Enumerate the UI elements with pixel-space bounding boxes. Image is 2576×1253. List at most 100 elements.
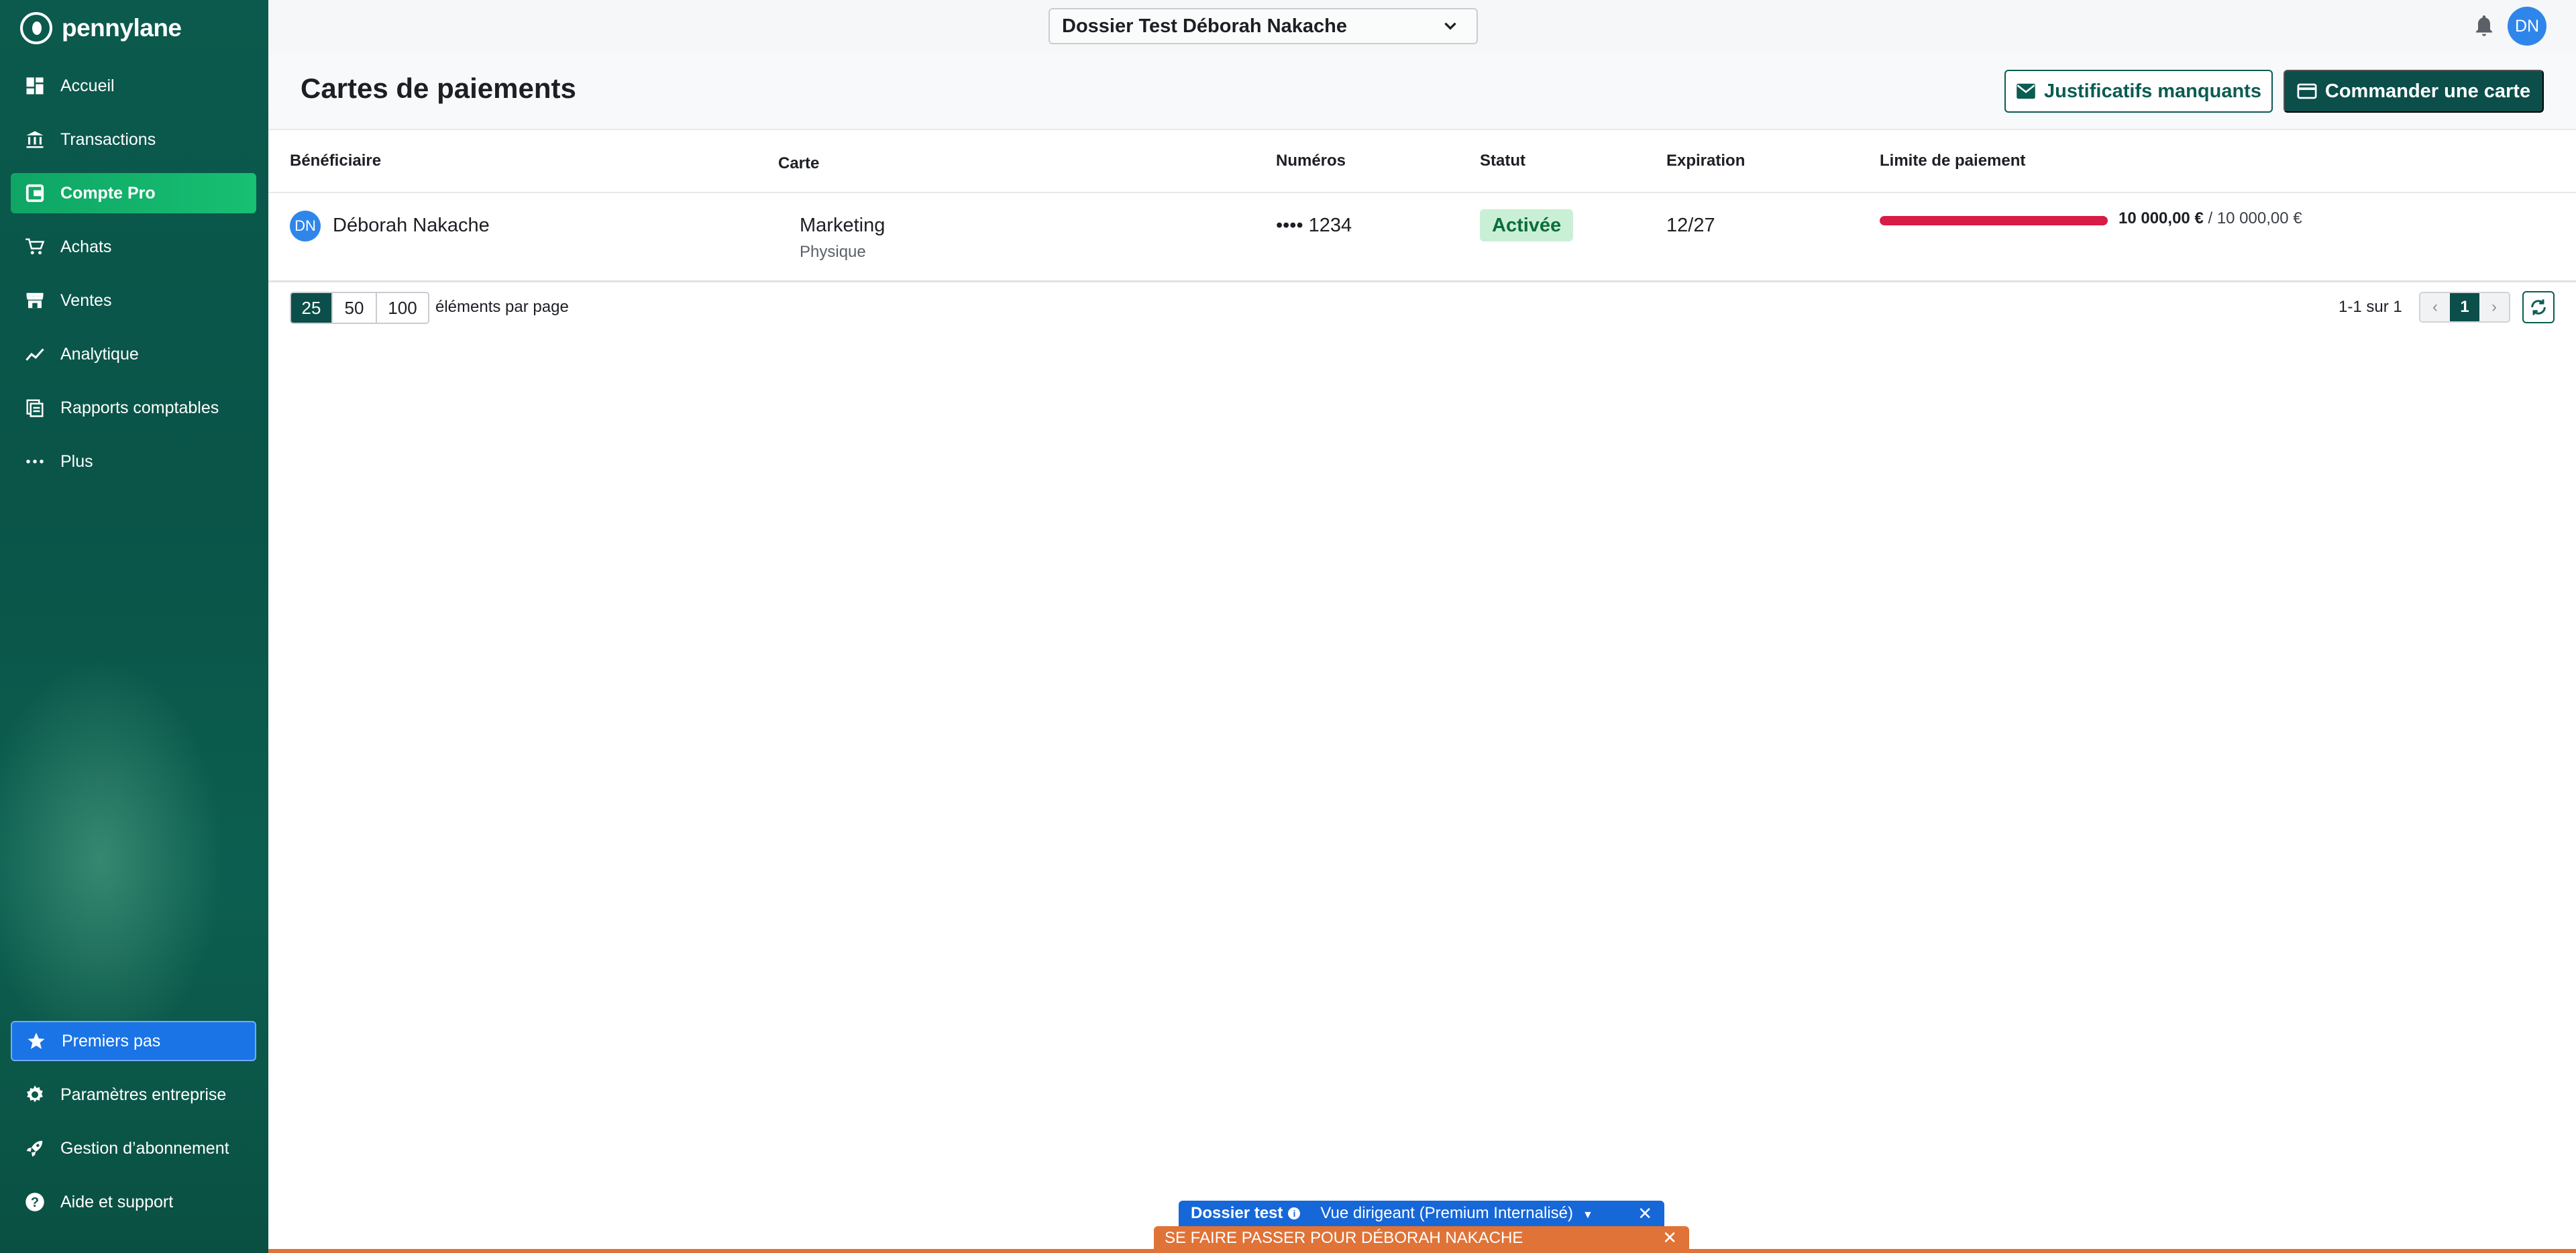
page-header: Cartes de paiements Justificatifs manqua…	[268, 52, 2576, 130]
pagination-bar: 25 50 100 éléments par page 1-1 sur 1 ‹ …	[268, 282, 2576, 335]
card-name: Marketing	[800, 215, 885, 236]
order-card-button[interactable]: Commander une carte	[2284, 70, 2544, 113]
sidebar-item-rapports[interactable]: Rapports comptables	[11, 388, 256, 428]
caret-down-icon: ▼	[1582, 1209, 1593, 1221]
impersonation-bottom-line	[268, 1249, 2576, 1253]
page-size-100[interactable]: 100	[377, 293, 428, 323]
sidebar-item-abonnement[interactable]: Gestion d’abonnement	[11, 1128, 256, 1168]
sidebar-item-parametres[interactable]: Paramètres entreprise	[11, 1075, 256, 1115]
sidebar-item-accueil[interactable]: Accueil	[11, 66, 256, 106]
sidebar-item-label: Accueil	[60, 76, 115, 95]
dossier-select-value: Dossier Test Déborah Nakache	[1062, 15, 1347, 37]
close-dossier-banner-button[interactable]: ✕	[1638, 1203, 1652, 1224]
view-label: Vue dirigeant (Premium Internalisé)	[1320, 1204, 1573, 1222]
column-limite[interactable]: Limite de paiement	[1880, 152, 2025, 170]
card-expiration: 12/27	[1666, 215, 1715, 236]
star-icon	[25, 1030, 47, 1052]
secondary-nav: Premiers pas Paramètres entreprise Gesti…	[11, 1021, 256, 1236]
dossier-test-label: Dossier test	[1191, 1204, 1283, 1222]
sidebar: pennylane Accueil Transactions Compte Pr…	[0, 0, 268, 1253]
credit-card-icon	[2297, 83, 2317, 99]
sidebar-item-label: Premiers pas	[62, 1031, 161, 1050]
top-bar: Dossier Test Déborah Nakache DN	[268, 0, 2576, 53]
column-carte[interactable]: Carte	[778, 154, 819, 173]
card-number: •••• 1234	[1276, 215, 1352, 236]
gear-icon	[24, 1084, 46, 1105]
status-badge: Activée	[1480, 209, 1574, 241]
sidebar-item-ventes[interactable]: Ventes	[11, 280, 256, 321]
dossier-test-banner: Dossier test i Vue dirigeant (Premium In…	[1179, 1201, 1664, 1226]
per-page-label: éléments par page	[435, 298, 569, 316]
refresh-button[interactable]	[2522, 291, 2555, 323]
page-size-25[interactable]: 25	[291, 293, 333, 323]
sidebar-item-label: Compte Pro	[60, 183, 156, 203]
chart-line-icon	[24, 343, 46, 365]
card-type: Physique	[800, 243, 866, 261]
pagination-nav: ‹ 1 ›	[2419, 292, 2510, 323]
limit-total: 10 000,00 €	[2216, 209, 2302, 227]
impersonate-banner[interactable]: SE FAIRE PASSER POUR DÉBORAH NAKACHE ✕	[1154, 1226, 1689, 1250]
sidebar-item-analytique[interactable]: Analytique	[11, 334, 256, 374]
beneficiary-name: Déborah Nakache	[333, 215, 490, 236]
view-selector[interactable]: Vue dirigeant (Premium Internalisé) ▼	[1320, 1204, 1593, 1223]
bell-icon[interactable]	[2472, 13, 2496, 38]
missing-documents-label: Justificatifs manquants	[2044, 80, 2261, 102]
refresh-icon	[2531, 299, 2546, 315]
sidebar-item-compte-pro[interactable]: Compte Pro	[11, 173, 256, 213]
more-dots-icon	[24, 451, 46, 472]
rocket-icon	[24, 1138, 46, 1159]
pagination-range: 1-1 sur 1	[2339, 298, 2402, 316]
sidebar-item-achats[interactable]: Achats	[11, 227, 256, 267]
close-impersonate-button[interactable]: ✕	[1662, 1228, 1677, 1248]
limit-progress-fill	[1880, 216, 2108, 225]
chevron-down-icon	[1444, 22, 1456, 30]
impersonate-label: SE FAIRE PASSER POUR DÉBORAH NAKACHE	[1165, 1229, 1523, 1247]
next-page-button[interactable]: ›	[2479, 293, 2509, 321]
sidebar-item-plus[interactable]: Plus	[11, 441, 256, 482]
sidebar-item-premiers-pas[interactable]: Premiers pas	[11, 1021, 256, 1061]
pennylane-logo-icon	[20, 12, 52, 44]
sidebar-item-label: Transactions	[60, 129, 156, 149]
main-nav: Accueil Transactions Compte Pro Achats V…	[11, 66, 256, 495]
sidebar-item-label: Paramètres entreprise	[60, 1085, 227, 1104]
report-icon	[24, 397, 46, 419]
page-size-50[interactable]: 50	[333, 293, 377, 323]
sidebar-item-label: Aide et support	[60, 1192, 174, 1211]
svg-text:?: ?	[31, 1195, 39, 1210]
limit-progress-bar	[1880, 216, 2108, 225]
user-avatar[interactable]: DN	[2508, 7, 2546, 46]
store-icon	[24, 290, 46, 311]
sidebar-item-label: Ventes	[60, 290, 112, 310]
sidebar-item-aide[interactable]: ? Aide et support	[11, 1182, 256, 1222]
sidebar-item-label: Analytique	[60, 344, 139, 364]
bank-icon	[24, 129, 46, 150]
limit-used: 10 000,00 €	[2118, 209, 2204, 227]
sidebar-item-label: Rapports comptables	[60, 398, 219, 417]
order-card-label: Commander une carte	[2324, 80, 2531, 102]
column-beneficiaire[interactable]: Bénéficiaire	[290, 152, 381, 170]
cart-icon	[24, 236, 46, 258]
wallet-icon	[24, 182, 46, 204]
mail-icon	[2017, 83, 2035, 99]
limit-separator: /	[2203, 209, 2217, 227]
pennylane-logo[interactable]: pennylane	[20, 12, 182, 44]
page-title: Cartes de paiements	[301, 72, 576, 104]
sidebar-item-transactions[interactable]: Transactions	[11, 119, 256, 160]
dashboard-icon	[24, 75, 46, 97]
sidebar-item-label: Plus	[60, 451, 93, 471]
page-button-1[interactable]: 1	[2450, 293, 2479, 321]
missing-documents-button[interactable]: Justificatifs manquants	[2004, 70, 2273, 113]
table-row[interactable]: DN Déborah Nakache Marketing Physique ••…	[268, 193, 2576, 282]
help-icon: ?	[24, 1191, 46, 1213]
cards-table-header: Bénéficiaire Carte Numéros Statut Expira…	[268, 129, 2576, 193]
column-statut[interactable]: Statut	[1480, 152, 1525, 170]
limit-text: 10 000,00 € / 10 000,00 €	[2118, 209, 2302, 228]
prev-page-button[interactable]: ‹	[2420, 293, 2450, 321]
sidebar-item-label: Gestion d’abonnement	[60, 1138, 229, 1158]
column-expiration[interactable]: Expiration	[1666, 152, 1745, 170]
info-icon[interactable]: i	[1288, 1207, 1301, 1219]
beneficiary-avatar: DN	[290, 211, 321, 241]
column-numeros[interactable]: Numéros	[1276, 152, 1346, 170]
logo-text: pennylane	[62, 14, 182, 42]
dossier-select[interactable]: Dossier Test Déborah Nakache	[1049, 8, 1478, 44]
